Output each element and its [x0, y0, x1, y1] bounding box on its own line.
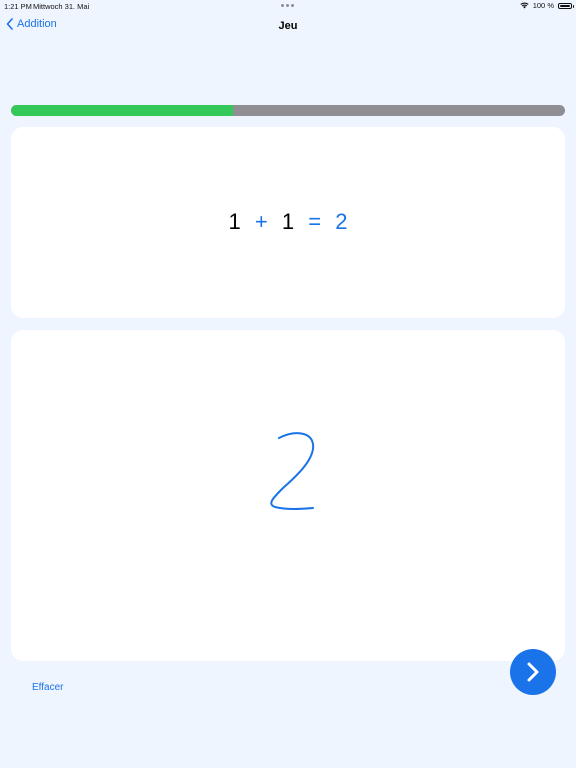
equation: 1 + 1 = 2 — [11, 209, 565, 235]
multitasking-dots-icon[interactable] — [281, 4, 294, 7]
equation-operand-2: 1 — [281, 209, 295, 234]
equation-operand-1: 1 — [228, 209, 241, 234]
status-bar: 1:21 PM Mittwoch 31. Mai 100 % — [0, 0, 576, 14]
next-button[interactable] — [510, 649, 556, 695]
progress-bar — [11, 105, 565, 116]
question-card: 1 + 1 = 2 — [11, 127, 565, 318]
battery-percentage: 100 % — [532, 1, 554, 10]
wifi-icon — [520, 2, 529, 9]
equation-operator: + — [254, 209, 268, 234]
equation-equals-sign: = — [308, 209, 322, 234]
page-title: Jeu — [278, 20, 298, 32]
status-date: Mittwoch 31. Mai — [33, 2, 90, 11]
handwritten-digit-two — [270, 432, 315, 510]
clear-button[interactable]: Effacer — [32, 682, 64, 693]
status-indicators: 100 % — [520, 1, 574, 10]
drawing-canvas[interactable] — [11, 330, 565, 661]
status-time: 1:21 PM — [4, 2, 32, 11]
battery-icon — [558, 2, 574, 9]
equation-answer: 2 — [335, 209, 348, 234]
progress-bar-fill — [11, 105, 233, 116]
chevron-right-icon — [527, 662, 539, 682]
